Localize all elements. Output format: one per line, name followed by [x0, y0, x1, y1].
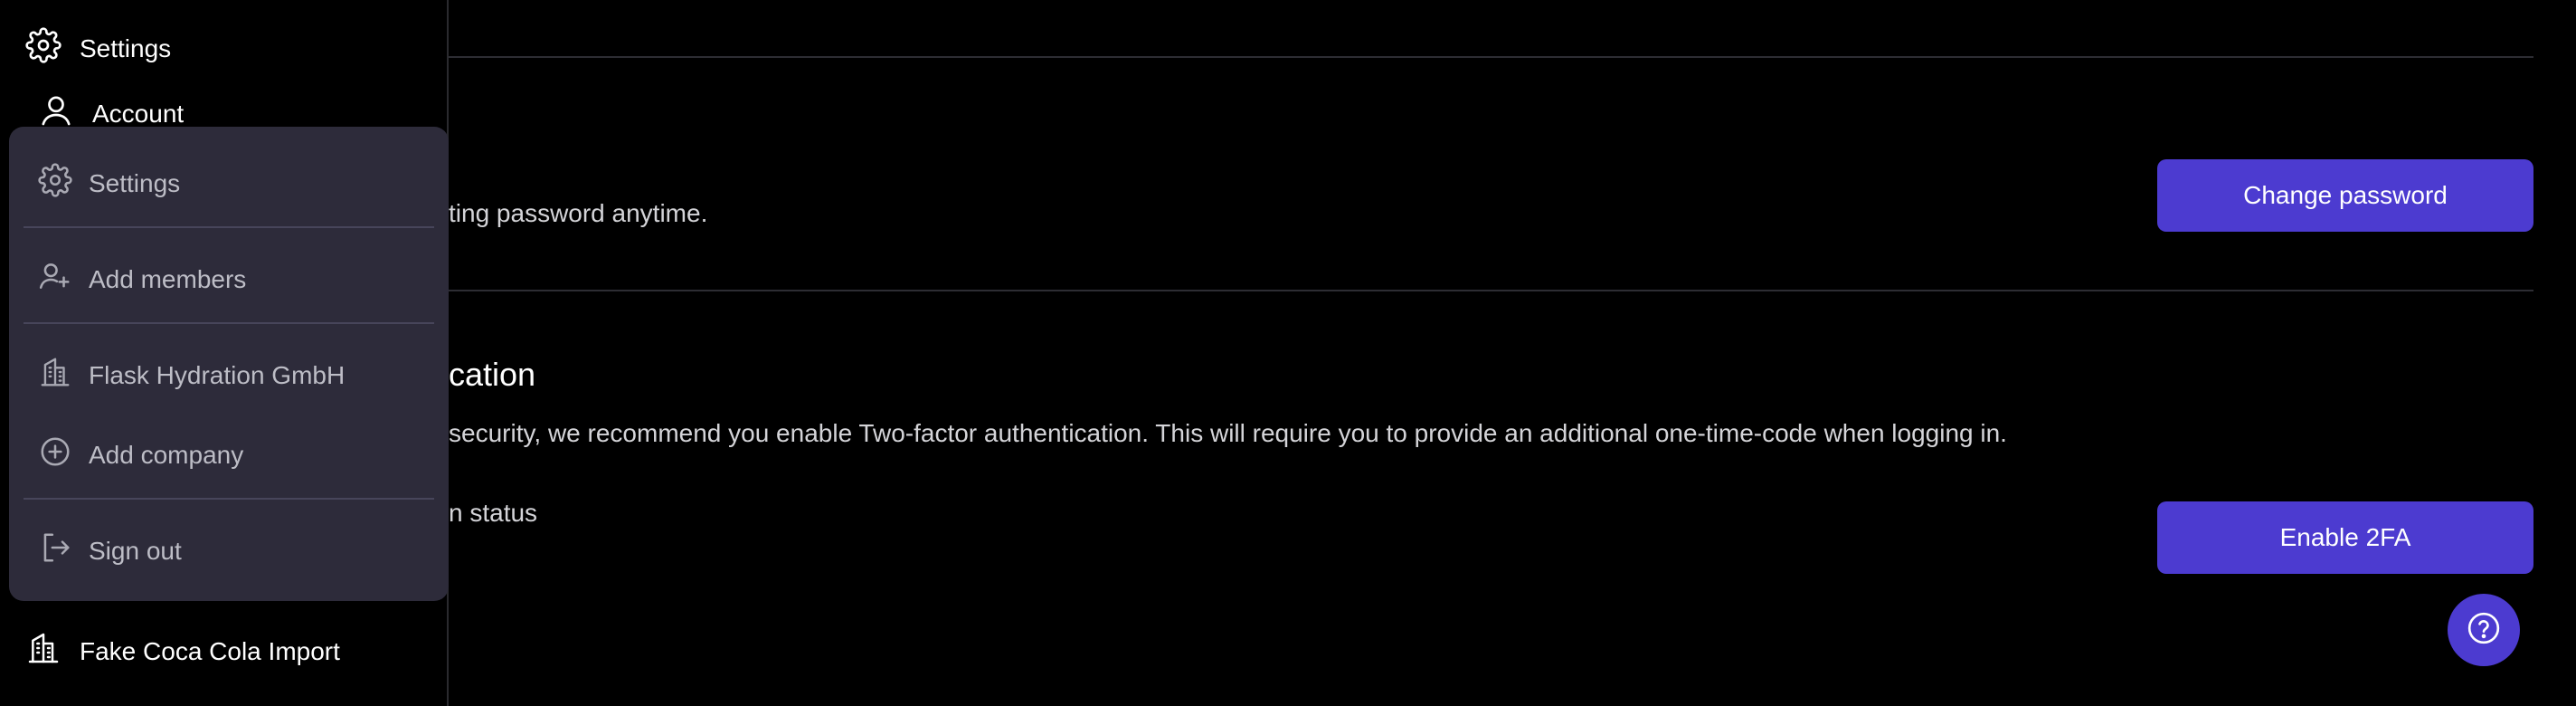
menu-item-label: Settings	[89, 168, 181, 197]
twofa-heading: cation	[449, 356, 536, 393]
divider	[449, 290, 2533, 291]
user-plus-icon	[38, 259, 72, 300]
sign-out-icon	[38, 530, 72, 571]
menu-item-add-members[interactable]: Add members	[38, 259, 246, 300]
main-content: ting password anytime. Change password c…	[449, 0, 2576, 706]
menu-divider	[24, 498, 434, 500]
menu-divider	[24, 322, 434, 324]
sidebar-item-label: Account	[92, 99, 185, 128]
change-password-button[interactable]: Change password	[2157, 159, 2533, 232]
menu-item-label: Flask Hydration GmbH	[89, 360, 346, 389]
menu-item-settings[interactable]: Settings	[38, 163, 180, 204]
menu-item-add-company[interactable]: Add company	[38, 434, 243, 475]
sidebar-item-settings[interactable]: Settings	[25, 27, 171, 70]
building-icon	[25, 630, 62, 673]
menu-divider	[24, 226, 434, 228]
divider	[449, 56, 2533, 58]
gear-icon	[25, 27, 62, 70]
twofa-description: security, we recommend you enable Two-fa…	[449, 419, 2007, 447]
building-icon	[38, 355, 72, 396]
menu-item-label: Add company	[89, 440, 244, 469]
sidebar-item-label: Settings	[80, 33, 172, 62]
company-name: Fake Coca Cola Import	[80, 636, 340, 665]
menu-item-sign-out[interactable]: Sign out	[38, 530, 182, 571]
question-icon	[2466, 610, 2502, 651]
company-switcher[interactable]: Fake Coca Cola Import	[25, 630, 340, 673]
password-description: ting password anytime.	[449, 199, 708, 227]
menu-item-company[interactable]: Flask Hydration GmbH	[38, 355, 345, 396]
enable-2fa-button[interactable]: Enable 2FA	[2157, 501, 2533, 574]
help-button[interactable]	[2448, 594, 2520, 666]
menu-item-label: Sign out	[89, 536, 182, 565]
menu-item-label: Add members	[89, 264, 247, 293]
plus-circle-icon	[38, 434, 72, 475]
account-dropdown: Settings Add members Flask Hydration Gmb…	[9, 127, 449, 601]
twofa-status-label: n status	[449, 499, 538, 527]
gear-icon	[38, 163, 72, 204]
